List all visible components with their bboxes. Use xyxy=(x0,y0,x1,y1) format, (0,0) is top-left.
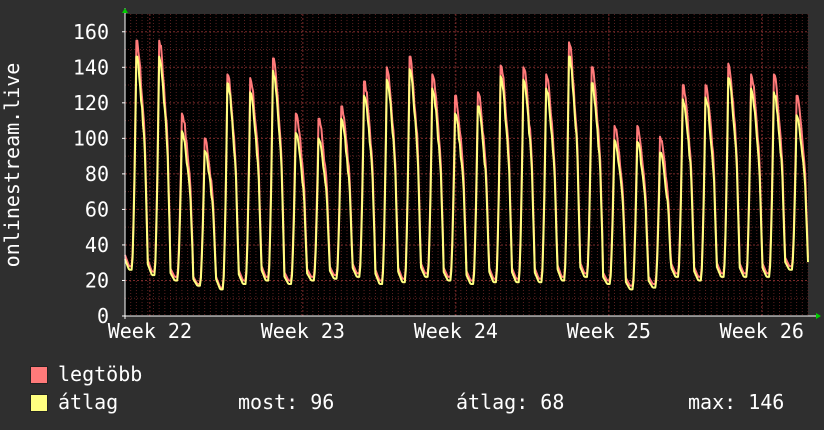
y-tick-label: 80 xyxy=(85,162,109,186)
legend-row-avg: átlag most: 96 átlag: 68 max: 146 xyxy=(30,390,810,418)
x-tick-label: Week 24 xyxy=(414,319,498,343)
y-tick-label: 60 xyxy=(85,197,109,221)
y-axis-label: onlinestream.live xyxy=(0,63,24,268)
legend-label-max: legtöbb xyxy=(58,362,143,386)
x-ticks: Week 22 Week 23 Week 24 Week 25 Week 26 xyxy=(108,319,804,343)
legend: legtöbb átlag most: 96 átlag: 68 max: 14… xyxy=(30,362,810,418)
y-ticks: 020406080100120140160 xyxy=(73,20,125,328)
y-axis-arrow xyxy=(122,8,128,13)
x-tick-label: Week 22 xyxy=(108,319,192,343)
y-tick-label: 160 xyxy=(73,20,109,44)
y-tick-label: 100 xyxy=(73,126,109,150)
x-axis-arrow xyxy=(816,313,821,319)
stat-max: max: 146 xyxy=(688,390,785,414)
legend-swatch-max xyxy=(30,366,48,384)
legend-label-avg: átlag xyxy=(58,390,119,414)
x-tick-label: Week 25 xyxy=(567,319,651,343)
legend-row-max: legtöbb xyxy=(30,362,810,390)
stat-average: átlag: 68 xyxy=(456,390,565,414)
y-tick-label: 120 xyxy=(73,91,109,115)
y-tick-label: 20 xyxy=(85,268,109,292)
legend-swatch-avg xyxy=(30,394,48,412)
x-tick-label: Week 23 xyxy=(261,319,345,343)
y-tick-label: 140 xyxy=(73,55,109,79)
x-tick-label: Week 26 xyxy=(720,319,804,343)
chart-root: 0 20 40 60 80 100 120 140 160 Week 22 Week 23 Week… xyxy=(0,0,824,430)
stat-current: most: 96 xyxy=(238,390,335,414)
y-tick-label: 40 xyxy=(85,233,109,257)
